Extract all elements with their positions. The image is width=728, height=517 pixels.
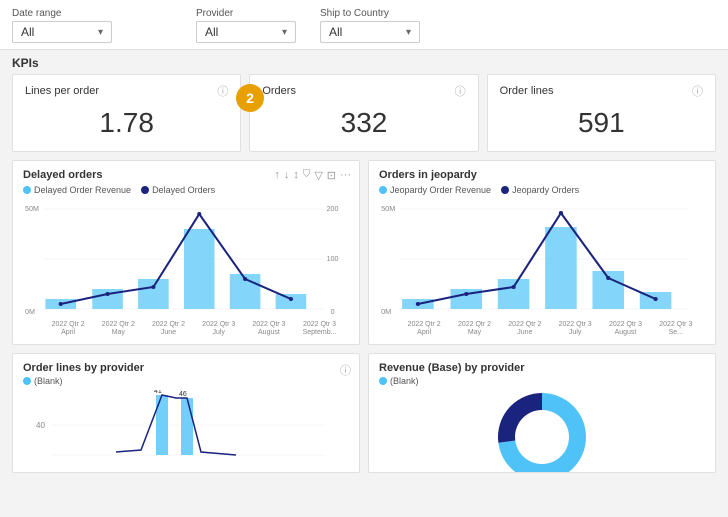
kpi-card-order-lines: Order lines ⓘ 591 xyxy=(487,74,716,152)
jeopardy-orders-chart: Orders in jeopardy Jeopardy Order Revenu… xyxy=(368,160,716,345)
date-range-value: All xyxy=(21,25,34,39)
expand-icon[interactable]: ⊡ xyxy=(327,169,336,182)
more-icon[interactable]: ··· xyxy=(340,169,351,182)
main-charts-row: Delayed orders ↑ ↓ ↕ ⛉ ▽ ⊡ ··· Delayed O… xyxy=(0,160,728,353)
kpi-card-orders: Orders ⓘ 332 xyxy=(249,74,478,152)
delayed-orders-chart-area[interactable]: 50M 0M 200 100 0 xyxy=(23,199,349,319)
chart-toolbar: ↑ ↓ ↕ ⛉ ▽ ⊡ ··· xyxy=(274,169,351,182)
date-range-filter: Date range All ▾ xyxy=(12,8,112,43)
provider-value: All xyxy=(205,25,218,39)
delayed-orders-chart: Delayed orders ↑ ↓ ↕ ⛉ ▽ ⊡ ··· Delayed O… xyxy=(12,160,360,345)
jeopardy-orders-chart-area[interactable]: 50M 0M xyxy=(379,199,705,319)
svg-text:0M: 0M xyxy=(381,308,391,316)
svg-text:50M: 50M xyxy=(381,205,395,213)
jeopardy-orders-x-labels: 2022 Qtr 2April 2022 Qtr 2May 2022 Qtr 2… xyxy=(379,321,705,338)
chevron-down-icon-3: ▾ xyxy=(406,27,411,38)
order-lines-legend: (Blank) xyxy=(23,376,349,386)
svg-text:100: 100 xyxy=(327,256,339,263)
jeopardy-orders-legend: Jeopardy Order Revenue Jeopardy Orders xyxy=(379,185,705,195)
order-lines-provider-title: Order lines by provider xyxy=(23,362,349,374)
date-range-label: Date range xyxy=(12,8,112,19)
provider-label: Provider xyxy=(196,8,296,19)
svg-text:200: 200 xyxy=(327,206,339,213)
kpi-card-lines-per-order: Lines per order ⓘ 1.78 xyxy=(12,74,241,152)
svg-text:0M: 0M xyxy=(25,309,35,316)
step-badge-2: 2 xyxy=(236,84,264,112)
kpi-value-orders: 332 xyxy=(262,107,465,139)
chevron-down-icon-2: ▾ xyxy=(282,27,287,38)
order-lines-provider-chart-area[interactable]: 40 41 46 xyxy=(23,390,349,460)
ship-to-country-value: All xyxy=(329,25,342,39)
delayed-orders-legend: Delayed Order Revenue Delayed Orders xyxy=(23,185,349,195)
revenue-provider-chart: Revenue (Base) by provider (Blank) xyxy=(368,353,716,473)
provider-filter: Provider All ▾ xyxy=(196,8,296,43)
svg-text:46: 46 xyxy=(179,391,187,398)
info-icon-1[interactable]: ⓘ xyxy=(455,83,466,99)
sort-desc-icon[interactable]: ↓ xyxy=(284,169,290,182)
kpi-row: Lines per order ⓘ 1.78 Orders ⓘ 332 Orde… xyxy=(0,74,728,160)
info-icon-0[interactable]: ⓘ xyxy=(217,83,228,99)
ship-to-country-label: Ship to Country xyxy=(320,8,420,19)
ship-to-country-select[interactable]: All ▾ xyxy=(320,21,420,43)
provider-select[interactable]: All ▾ xyxy=(196,21,296,43)
bottom-charts-row: Order lines by provider ⓘ (Blank) 40 41 … xyxy=(0,353,728,481)
ship-to-country-filter: Ship to Country All ▾ xyxy=(320,8,420,43)
svg-text:50M: 50M xyxy=(25,206,39,213)
revenue-provider-title: Revenue (Base) by provider xyxy=(379,362,705,374)
chevron-down-icon: ▾ xyxy=(98,27,103,38)
kpi-title-orders: Orders xyxy=(262,85,296,97)
kpi-value-lines-per-order: 1.78 xyxy=(25,107,228,139)
kpi-title-order-lines: Order lines xyxy=(500,85,554,97)
legend-item-jeopardy-orders: Jeopardy Orders xyxy=(501,185,579,195)
kpis-section-label: KPIs xyxy=(0,50,728,74)
date-range-select[interactable]: All ▾ xyxy=(12,21,112,43)
svg-text:0: 0 xyxy=(331,309,335,316)
filter-bar: Date range All ▾ Provider All ▾ Ship to … xyxy=(0,0,728,50)
legend-item-orders: Delayed Orders xyxy=(141,185,215,195)
legend-item-jeopardy-revenue: Jeopardy Order Revenue xyxy=(379,185,491,195)
info-icon-order-lines[interactable]: ⓘ xyxy=(340,362,351,378)
sort-custom-icon[interactable]: ⛉ xyxy=(303,169,311,182)
revenue-provider-legend: (Blank) xyxy=(379,376,705,386)
filter-icon[interactable]: ▽ xyxy=(314,169,322,182)
info-icon-2[interactable]: ⓘ xyxy=(692,83,703,99)
sort-both-icon[interactable]: ↕ xyxy=(293,169,299,182)
delayed-orders-x-labels: 2022 Qtr 2April 2022 Qtr 2May 2022 Qtr 2… xyxy=(23,321,349,338)
svg-text:40: 40 xyxy=(36,421,45,430)
jeopardy-orders-title: Orders in jeopardy xyxy=(379,169,705,181)
kpi-title-lines-per-order: Lines per order xyxy=(25,85,99,97)
sort-asc-icon[interactable]: ↑ xyxy=(274,169,280,182)
revenue-provider-chart-area[interactable] xyxy=(379,390,705,473)
legend-item-revenue: Delayed Order Revenue xyxy=(23,185,131,195)
kpi-value-order-lines: 591 xyxy=(500,107,703,139)
svg-text:41: 41 xyxy=(154,390,162,395)
order-lines-provider-chart: Order lines by provider ⓘ (Blank) 40 41 … xyxy=(12,353,360,473)
